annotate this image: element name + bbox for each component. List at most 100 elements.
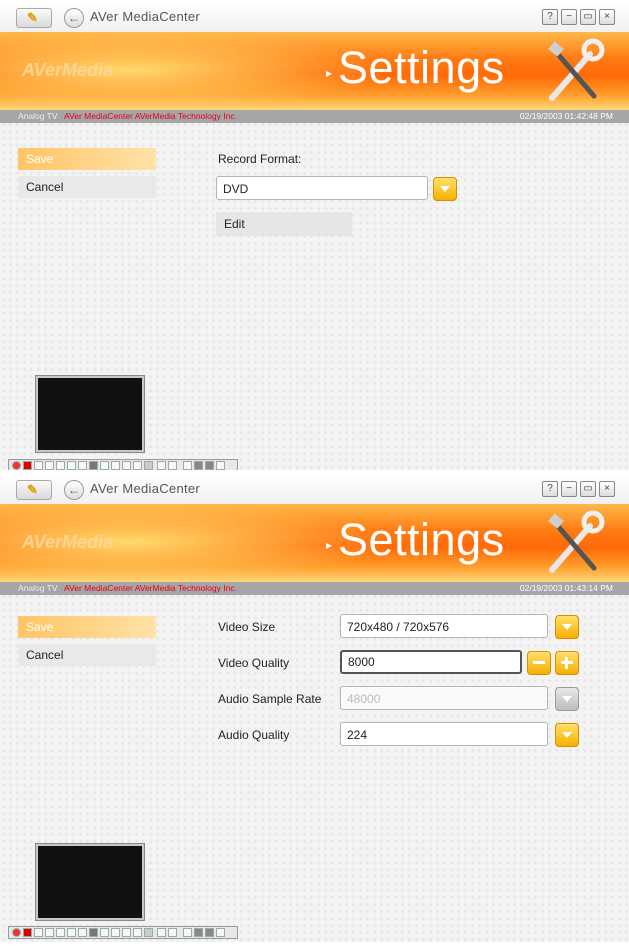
title-arrow-icon: ▸ — [326, 538, 333, 552]
record-format-select[interactable]: DVD — [216, 176, 428, 200]
brand-logo: AVerMedia — [22, 532, 114, 552]
cancel-button[interactable]: Cancel — [18, 176, 156, 198]
minus-icon — [533, 661, 545, 664]
restore-button[interactable]: ▭ — [580, 481, 596, 497]
save-button[interactable]: Save — [18, 616, 156, 638]
audio-quality-select[interactable]: 224 — [340, 722, 548, 746]
title-bar: ✎ ← AVer MediaCenter ? − ▭ × — [0, 2, 629, 32]
stop-icon[interactable] — [23, 928, 32, 937]
skip-back-icon[interactable] — [78, 461, 87, 470]
title-arrow-icon: ▸ — [326, 66, 333, 80]
video-size-select[interactable]: 720x480 / 720x576 — [340, 614, 548, 638]
cancel-button[interactable]: Cancel — [18, 644, 156, 666]
header-banner: AVerMedia ▸ Settings — [0, 32, 629, 110]
video-size-label: Video Size — [218, 620, 276, 634]
video-quality-input[interactable]: 8000 — [340, 650, 522, 674]
page-title: Settings — [338, 514, 505, 565]
chevron-down-icon — [440, 186, 450, 192]
play-icon[interactable] — [45, 461, 54, 470]
rewind-icon[interactable] — [34, 928, 43, 937]
tools-icon — [548, 38, 605, 101]
volume-down-icon[interactable] — [194, 461, 203, 470]
epg-icon[interactable] — [133, 461, 142, 470]
status-bar: Analog TV AVer MediaCenter AVerMedia Tec… — [0, 110, 629, 123]
source-label: Analog TV — [18, 583, 58, 593]
audio-sample-rate-select: 48000 — [340, 686, 548, 710]
volume-icon[interactable] — [183, 461, 192, 470]
skip-forward-icon[interactable] — [100, 928, 109, 937]
minimize-button[interactable]: − — [561, 9, 577, 25]
video-quality-increase-button[interactable] — [555, 651, 579, 675]
page-title: Settings — [338, 42, 505, 93]
datetime: 02/19/2003 01:42:48 PM — [519, 111, 613, 121]
audio-quality-dropdown-button[interactable] — [555, 723, 579, 747]
snapshot-icon[interactable] — [89, 928, 98, 937]
forward-icon[interactable] — [67, 928, 76, 937]
skip-back-icon[interactable] — [78, 928, 87, 937]
back-arrow-icon[interactable]: ← — [64, 480, 84, 500]
epg-icon[interactable] — [133, 928, 142, 937]
app-menu-button[interactable]: ✎ — [16, 8, 52, 28]
skip-forward-icon[interactable] — [100, 461, 109, 470]
playback-control-bar — [8, 459, 238, 470]
schedule-icon[interactable] — [122, 928, 131, 937]
app-name: AVer MediaCenter — [90, 481, 201, 496]
channel-down-icon[interactable] — [168, 928, 177, 937]
tools-icon — [548, 510, 605, 573]
app-menu-button[interactable]: ✎ — [16, 480, 52, 500]
stop-icon[interactable] — [23, 461, 32, 470]
play-icon[interactable] — [45, 928, 54, 937]
record-icon[interactable] — [12, 928, 21, 937]
channel-up-icon[interactable] — [157, 461, 166, 470]
app-logo-icon: ✎ — [27, 482, 38, 497]
pause-icon[interactable] — [56, 461, 65, 470]
pause-icon[interactable] — [56, 928, 65, 937]
volume-up-icon[interactable] — [205, 928, 214, 937]
video-preview — [36, 376, 144, 452]
breadcrumb: AVer MediaCenter AVerMedia Technology In… — [64, 111, 237, 121]
mute-icon[interactable] — [216, 928, 225, 937]
volume-up-icon[interactable] — [205, 461, 214, 470]
channel-up-icon[interactable] — [157, 928, 166, 937]
display-icon[interactable] — [144, 928, 153, 937]
timeshift-icon[interactable] — [111, 928, 120, 937]
volume-down-icon[interactable] — [194, 928, 203, 937]
record-format-dropdown-button[interactable] — [433, 177, 457, 201]
video-quality-label: Video Quality — [218, 656, 290, 670]
edit-button[interactable]: Edit — [216, 212, 352, 236]
record-icon[interactable] — [12, 461, 21, 470]
display-icon[interactable] — [144, 461, 153, 470]
back-arrow-icon[interactable]: ← — [64, 8, 84, 28]
restore-button[interactable]: ▭ — [580, 9, 596, 25]
video-quality-decrease-button[interactable] — [527, 651, 551, 675]
snapshot-icon[interactable] — [89, 461, 98, 470]
close-button[interactable]: × — [599, 481, 615, 497]
brand-logo: AVerMedia — [22, 60, 114, 80]
chevron-down-icon — [562, 696, 572, 702]
app-logo-icon: ✎ — [27, 10, 38, 25]
save-button[interactable]: Save — [18, 148, 156, 170]
help-button[interactable]: ? — [542, 481, 558, 497]
audio-quality-label: Audio Quality — [218, 728, 290, 742]
timeshift-icon[interactable] — [111, 461, 120, 470]
minimize-button[interactable]: − — [561, 481, 577, 497]
status-bar: Analog TV AVer MediaCenter AVerMedia Tec… — [0, 582, 629, 595]
mute-icon[interactable] — [216, 461, 225, 470]
schedule-icon[interactable] — [122, 461, 131, 470]
volume-icon[interactable] — [183, 928, 192, 937]
channel-down-icon[interactable] — [168, 461, 177, 470]
audio-sample-rate-dropdown-button — [555, 687, 579, 711]
breadcrumb: AVer MediaCenter AVerMedia Technology In… — [64, 583, 237, 593]
forward-icon[interactable] — [67, 461, 76, 470]
source-label: Analog TV — [18, 111, 58, 121]
chevron-down-icon — [562, 732, 572, 738]
settings-screen-record-format: ✎ ← AVer MediaCenter ? − ▭ × AVerMedia ▸… — [0, 2, 629, 470]
audio-sample-rate-label: Audio Sample Rate — [218, 692, 322, 706]
help-button[interactable]: ? — [542, 9, 558, 25]
close-button[interactable]: × — [599, 9, 615, 25]
rewind-icon[interactable] — [34, 461, 43, 470]
header-banner: AVerMedia ▸ Settings — [0, 504, 629, 582]
chevron-down-icon — [562, 624, 572, 630]
video-size-dropdown-button[interactable] — [555, 615, 579, 639]
playback-control-bar — [8, 926, 238, 939]
